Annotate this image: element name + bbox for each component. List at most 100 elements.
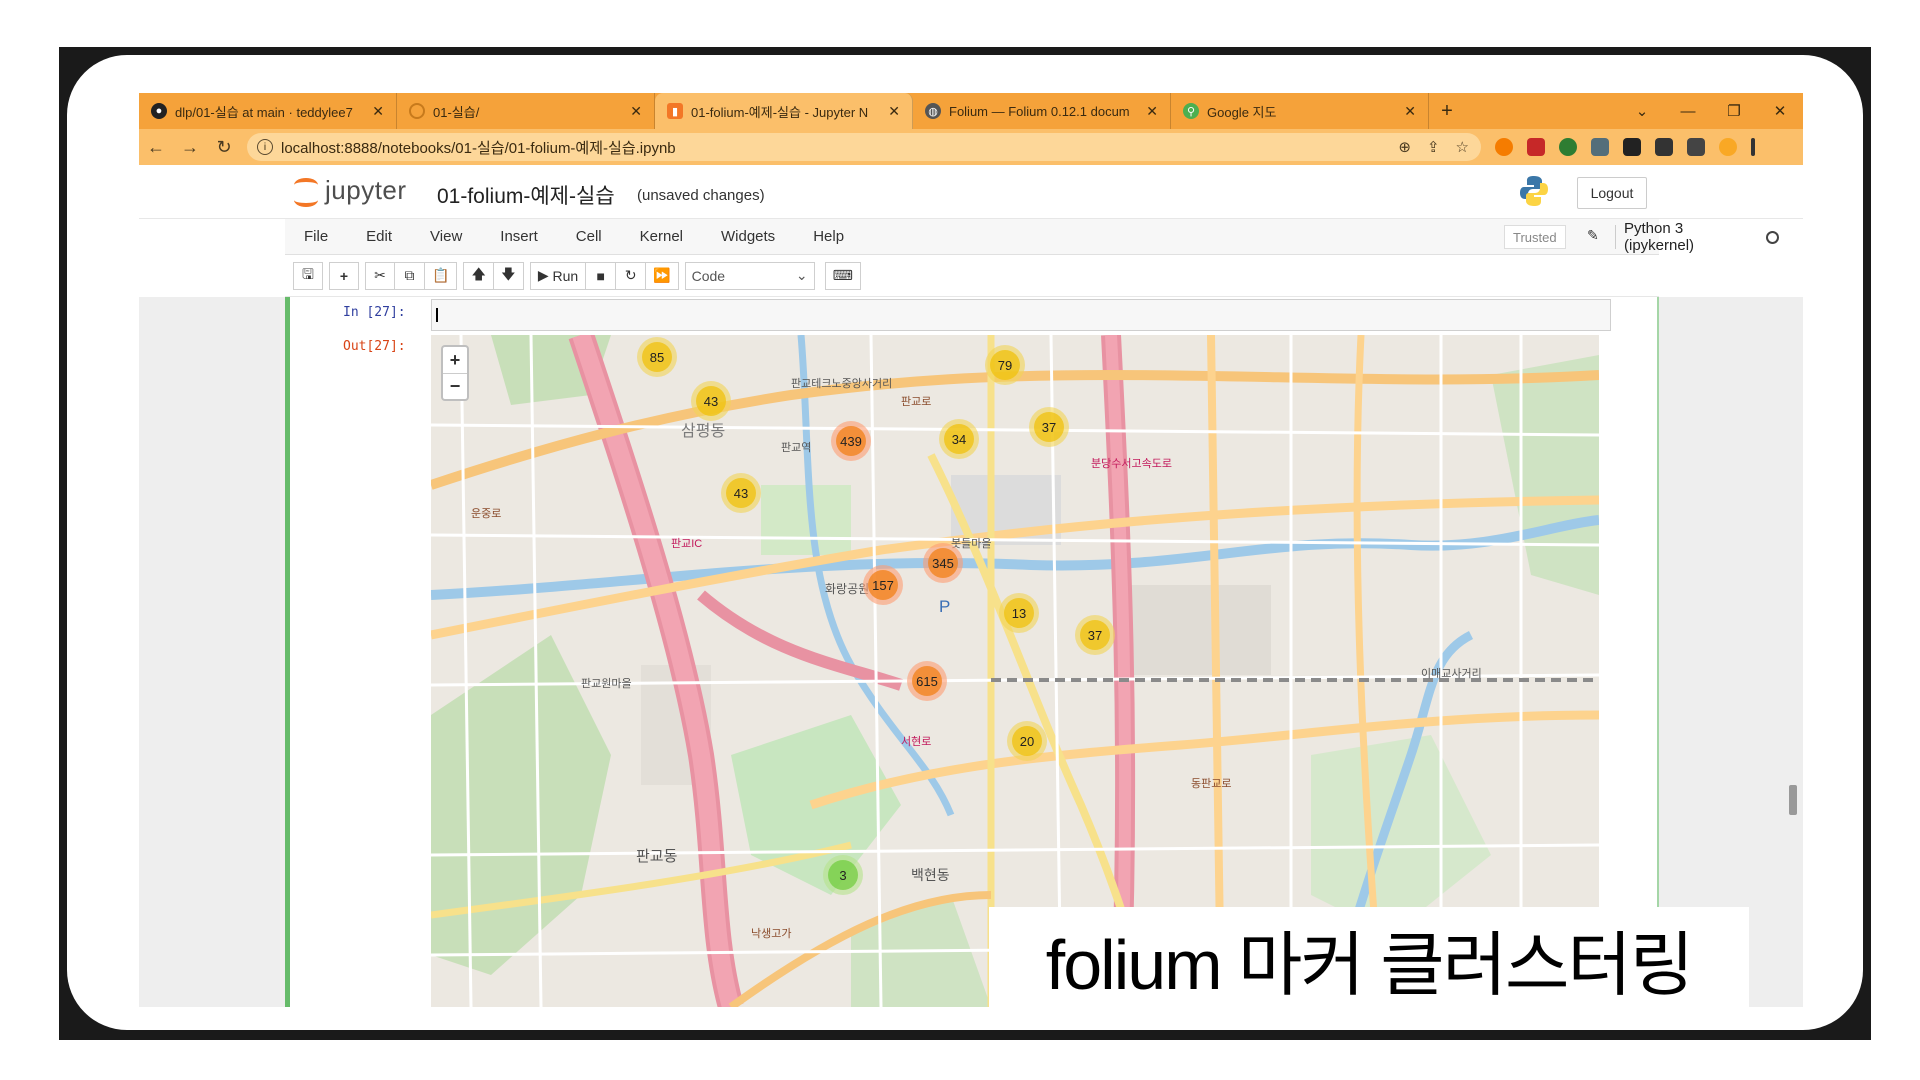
- marker-cluster[interactable]: 43: [691, 381, 731, 421]
- cluster-count: 13: [1004, 598, 1034, 628]
- marker-cluster[interactable]: 20: [1007, 721, 1047, 761]
- minimize-icon[interactable]: —: [1665, 93, 1711, 129]
- close-icon[interactable]: ✕: [1404, 103, 1416, 120]
- forward-icon[interactable]: →: [173, 130, 207, 164]
- share-icon[interactable]: ⇪: [1427, 138, 1440, 156]
- place-label: 이매교사거리: [1421, 668, 1482, 680]
- marker-cluster[interactable]: 439: [831, 421, 871, 461]
- restore-icon[interactable]: ❐: [1711, 93, 1757, 129]
- jupyter-logo[interactable]: jupyter: [293, 175, 407, 207]
- extension-icon[interactable]: [1527, 138, 1545, 156]
- marker-cluster[interactable]: 37: [1029, 407, 1069, 447]
- close-icon[interactable]: ✕: [1146, 103, 1158, 120]
- kernel-name[interactable]: Python 3 (ipykernel): [1615, 220, 1694, 254]
- menu-kernel[interactable]: Kernel: [621, 228, 702, 245]
- more-menu-icon[interactable]: [1751, 138, 1755, 156]
- site-info-icon[interactable]: i: [257, 139, 273, 155]
- extension-icon[interactable]: [1591, 138, 1609, 156]
- input-prompt: In [27]:: [343, 305, 406, 320]
- marker-cluster[interactable]: 43: [721, 473, 761, 513]
- close-icon[interactable]: ✕: [630, 103, 642, 120]
- restart-run-all-icon[interactable]: ⏩: [646, 261, 679, 290]
- marker-cluster[interactable]: 615: [907, 661, 947, 701]
- tab-label: Folium — Folium 0.12.1 docum: [949, 103, 1130, 119]
- move-up-icon[interactable]: 🡅: [463, 261, 494, 290]
- marker-cluster[interactable]: 3: [823, 855, 863, 895]
- jupyter-ring-icon: [293, 176, 319, 207]
- page-scrollbar[interactable]: [1789, 317, 1799, 1007]
- tab-github[interactable]: ● dlp/01-실습 at main · teddylee7 ✕: [139, 93, 397, 129]
- close-window-icon[interactable]: ✕: [1757, 93, 1803, 129]
- run-button[interactable]: ▶ Run: [529, 261, 587, 290]
- address-bar: ← → ↻ i localhost:8888/notebooks/01-실습/0…: [139, 129, 1803, 165]
- cut-icon[interactable]: ✂: [365, 261, 395, 290]
- paste-icon[interactable]: 📋: [425, 261, 458, 290]
- tab-label: Google 지도: [1207, 104, 1277, 120]
- menu-cell[interactable]: Cell: [557, 228, 621, 245]
- download-icon[interactable]: [1623, 138, 1641, 156]
- move-down-icon[interactable]: 🡇: [493, 261, 524, 290]
- close-icon[interactable]: ✕: [888, 103, 900, 120]
- place-label: 판교테크노중앙사거리: [791, 378, 893, 390]
- cluster-count: 615: [912, 666, 942, 696]
- road-label: 서현로: [901, 736, 932, 748]
- marker-cluster[interactable]: 157: [863, 565, 903, 605]
- extension-icon[interactable]: [1559, 138, 1577, 156]
- marker-cluster[interactable]: 85: [637, 337, 677, 377]
- reading-list-icon[interactable]: [1687, 138, 1705, 156]
- code-input[interactable]: [431, 299, 1611, 331]
- marker-cluster[interactable]: 79: [985, 345, 1025, 385]
- cell-type-value: Code: [691, 267, 726, 284]
- restart-icon[interactable]: ↻: [616, 261, 647, 290]
- bookmark-star-icon[interactable]: ☆: [1456, 138, 1469, 156]
- menu-edit[interactable]: Edit: [347, 228, 411, 245]
- trusted-indicator[interactable]: Trusted: [1504, 225, 1566, 249]
- tab-search-icon[interactable]: ⌄: [1619, 93, 1665, 129]
- menu-help[interactable]: Help: [794, 228, 863, 245]
- tab-google-maps[interactable]: ⚲ Google 지도 ✕: [1171, 93, 1429, 129]
- save-icon[interactable]: 🖫: [293, 261, 323, 290]
- notebook-name[interactable]: 01-folium-예제-실습: [437, 180, 615, 210]
- menu-bar: File Edit View Insert Cell Kernel Widget…: [285, 219, 1779, 255]
- edit-pencil-icon[interactable]: ✎: [1587, 227, 1599, 244]
- road-label: 동판교로: [1191, 778, 1232, 790]
- keyboard-icon[interactable]: ⌨: [824, 261, 861, 290]
- notebook-body: In [27]: Out[27]: + − 삼평동 판교동 화랑공원 판교IC …: [139, 297, 1803, 1007]
- close-icon[interactable]: ✕: [372, 103, 384, 120]
- parking-label: P: [939, 597, 951, 616]
- tab-jupyter-notebook[interactable]: ▮ 01-folium-예제-실습 - Jupyter N ✕: [655, 93, 913, 129]
- marker-cluster[interactable]: 345: [923, 543, 963, 583]
- zoom-in-button[interactable]: +: [443, 347, 467, 373]
- menu-view[interactable]: View: [411, 228, 481, 245]
- menu-widgets[interactable]: Widgets: [702, 228, 794, 245]
- cluster-count: 85: [642, 342, 672, 372]
- marker-cluster[interactable]: 37: [1075, 615, 1115, 655]
- url-input[interactable]: i localhost:8888/notebooks/01-실습/01-foli…: [247, 133, 1481, 161]
- back-icon[interactable]: ←: [139, 130, 173, 164]
- stop-icon[interactable]: ■: [586, 261, 617, 290]
- menu-insert[interactable]: Insert: [481, 228, 557, 245]
- cell-type-select[interactable]: Code ⌄: [684, 261, 815, 290]
- scrollbar-thumb[interactable]: [1789, 785, 1797, 815]
- menu-file[interactable]: File: [285, 228, 347, 245]
- marker-cluster[interactable]: 13: [999, 593, 1039, 633]
- profile-avatar[interactable]: [1719, 138, 1737, 156]
- insert-cell-icon[interactable]: +: [329, 261, 359, 290]
- reload-icon[interactable]: ↻: [207, 130, 241, 164]
- puzzle-icon[interactable]: [1655, 138, 1673, 156]
- zoom-out-button[interactable]: −: [443, 373, 467, 399]
- jupyter-icon: ▮: [667, 103, 683, 119]
- marker-cluster[interactable]: 34: [939, 419, 979, 459]
- cluster-count: 37: [1034, 412, 1064, 442]
- tab-directory[interactable]: 01-실습/ ✕: [397, 93, 655, 129]
- logout-button[interactable]: Logout: [1577, 177, 1647, 209]
- place-label: 백현동: [911, 867, 950, 883]
- extension-icon[interactable]: [1495, 138, 1513, 156]
- new-tab-button[interactable]: +: [1429, 93, 1465, 129]
- tab-folium-docs[interactable]: ◍ Folium — Folium 0.12.1 docum ✕: [913, 93, 1171, 129]
- road-label: 판교로: [901, 396, 932, 408]
- zoom-icon[interactable]: ⊕: [1398, 138, 1411, 156]
- cluster-count: 34: [944, 424, 974, 454]
- extensions-bar: [1495, 138, 1755, 156]
- copy-icon[interactable]: ⧉: [395, 261, 425, 290]
